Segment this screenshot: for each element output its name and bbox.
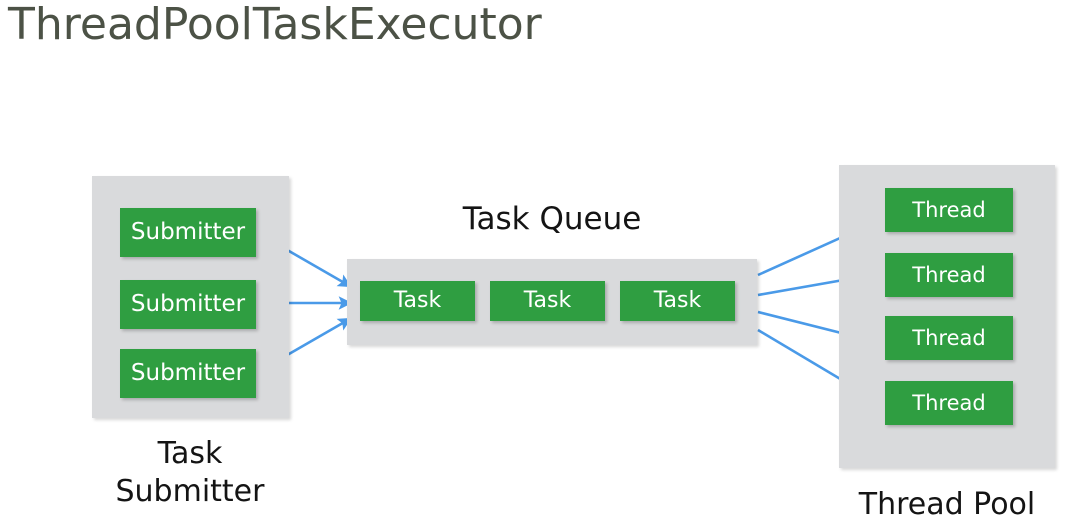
submitter-box[interactable]: Submitter — [120, 208, 256, 257]
task-box[interactable]: Task — [490, 281, 605, 321]
task-box[interactable]: Task — [360, 281, 475, 321]
task-submitter-caption: Task Submitter — [115, 436, 265, 510]
task-queue-caption: Task Queue — [462, 201, 642, 237]
thread-pool-caption: Thread Pool — [858, 487, 1036, 522]
diagram-canvas: ThreadPoolTaskExecutor Submitter Submitt… — [0, 0, 1073, 527]
thread-box[interactable]: Thread — [885, 381, 1013, 425]
page-title: ThreadPoolTaskExecutor — [8, 0, 542, 50]
submitter-box[interactable]: Submitter — [120, 280, 256, 329]
thread-box[interactable]: Thread — [885, 316, 1013, 360]
thread-box[interactable]: Thread — [885, 253, 1013, 297]
submitter-box[interactable]: Submitter — [120, 349, 256, 398]
task-box[interactable]: Task — [620, 281, 735, 321]
thread-box[interactable]: Thread — [885, 188, 1013, 232]
